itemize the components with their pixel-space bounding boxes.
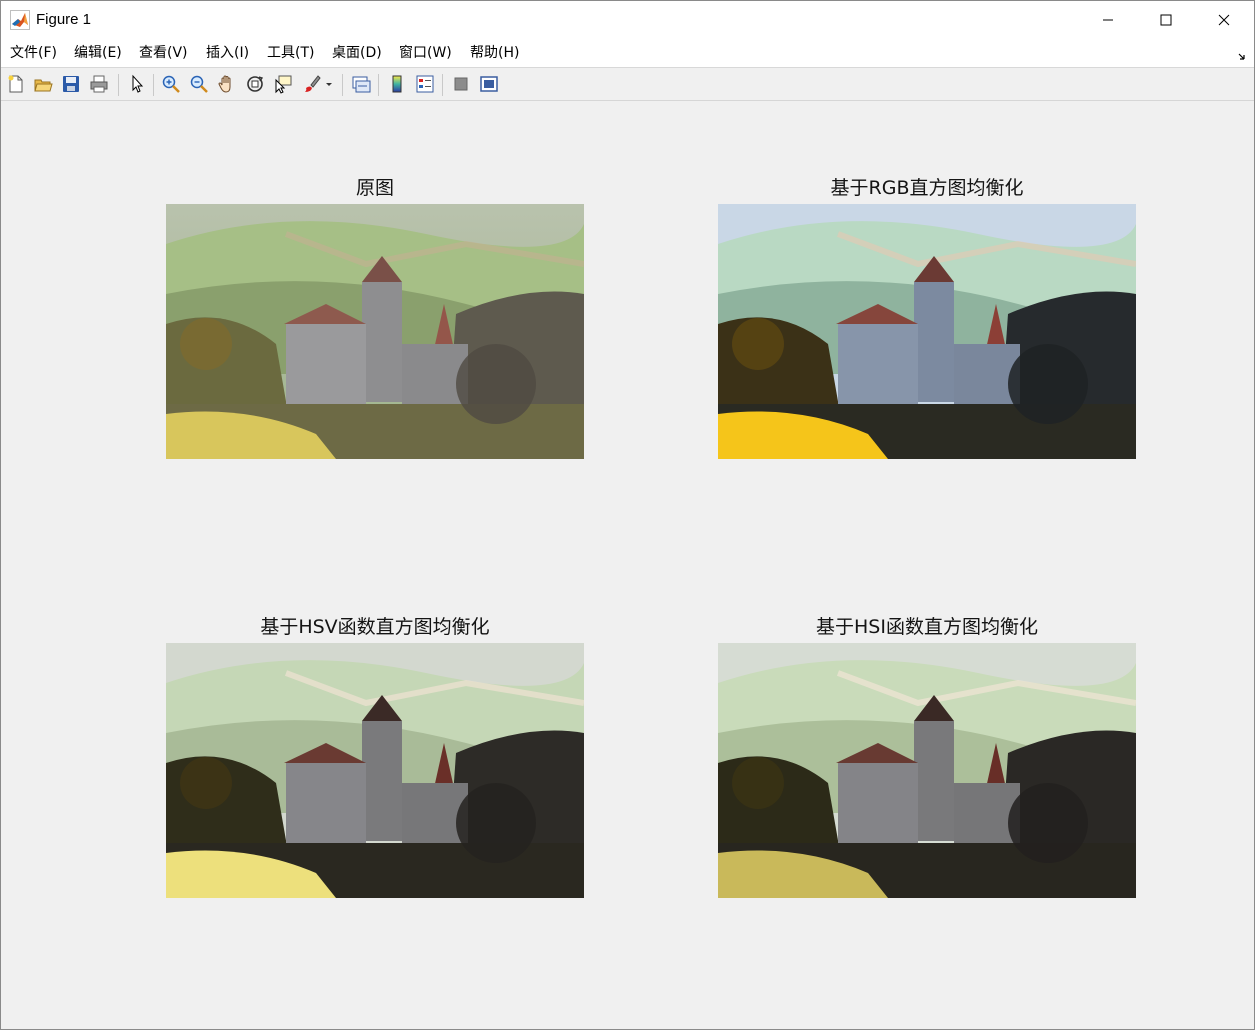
subplot-title-rgb: 基于RGB直方图均衡化 xyxy=(830,177,1024,199)
toolbar-separator xyxy=(118,74,119,96)
save-button[interactable] xyxy=(60,73,82,95)
hide-plot-tools-button[interactable] xyxy=(450,73,472,95)
menu-view[interactable]: 查看(V) xyxy=(139,44,188,62)
show-plot-tools-icon xyxy=(480,76,498,92)
menu-desktop[interactable]: 桌面(D) xyxy=(332,44,382,62)
brush-button[interactable] xyxy=(301,73,323,95)
toolbar-separator xyxy=(153,74,154,96)
dock-figure-icon[interactable] xyxy=(1237,48,1249,60)
subplot-title-hsv: 基于HSV函数直方图均衡化 xyxy=(260,616,490,638)
figure-canvas[interactable]: 原图 基于RGB直方图均衡化 基于HSV函数直方图均衡化 基于HSI函数直方图均… xyxy=(1,102,1254,1029)
zoom-in-icon xyxy=(162,75,180,93)
subplot-image-original[interactable] xyxy=(166,204,584,459)
menu-tools[interactable]: 工具(T) xyxy=(267,44,314,62)
figure-window: Figure 1 文件(F) 编辑(E) 查看(V) 插入(I) 工具(T) 桌… xyxy=(0,0,1255,1030)
toolbar-separator xyxy=(378,74,379,96)
data-cursor-button[interactable] xyxy=(272,73,294,95)
new-figure-button[interactable] xyxy=(5,73,27,95)
zoom-out-button[interactable] xyxy=(188,73,210,95)
window-title: Figure 1 xyxy=(36,11,92,28)
close-button[interactable] xyxy=(1195,1,1253,39)
brush-dropdown-button[interactable] xyxy=(323,73,335,95)
open-file-icon xyxy=(34,79,53,92)
open-file-button[interactable] xyxy=(32,73,54,95)
close-icon xyxy=(1218,14,1230,26)
menu-file[interactable]: 文件(F) xyxy=(10,44,57,62)
print-icon xyxy=(90,75,108,93)
new-figure-icon xyxy=(8,75,23,93)
data-cursor-icon xyxy=(275,75,292,94)
save-icon xyxy=(63,76,79,92)
toolbar-separator xyxy=(342,74,343,96)
minimize-button[interactable] xyxy=(1079,1,1137,39)
chevron-down-icon xyxy=(326,83,332,86)
rotate-3d-icon xyxy=(247,76,264,92)
menu-window[interactable]: 窗口(W) xyxy=(399,44,452,62)
toolbar-separator xyxy=(442,74,443,96)
pan-hand-icon xyxy=(218,75,231,93)
rotate-3d-button[interactable] xyxy=(244,73,266,95)
menu-edit[interactable]: 编辑(E) xyxy=(74,44,122,62)
menu-help[interactable]: 帮助(H) xyxy=(470,44,519,62)
menu-insert[interactable]: 插入(I) xyxy=(206,44,249,62)
link-plot-button[interactable] xyxy=(350,73,372,95)
pan-button[interactable] xyxy=(216,73,238,95)
insert-legend-button[interactable] xyxy=(414,73,436,95)
insert-colorbar-icon xyxy=(392,75,402,93)
subplot-image-rgb[interactable] xyxy=(718,204,1136,459)
maximize-button[interactable] xyxy=(1137,1,1195,39)
select-arrow-icon xyxy=(132,74,144,93)
link-plot-icon xyxy=(352,76,371,93)
matlab-logo-icon xyxy=(10,10,30,30)
menu-bar: 文件(F) 编辑(E) 查看(V) 插入(I) 工具(T) 桌面(D) 窗口(W… xyxy=(1,39,1254,68)
zoom-out-icon xyxy=(190,75,208,93)
hide-plot-tools-icon xyxy=(454,77,468,91)
edit-plot-button[interactable] xyxy=(126,73,148,95)
zoom-in-button[interactable] xyxy=(160,73,182,95)
figure-toolbar xyxy=(1,68,1254,101)
print-button[interactable] xyxy=(88,73,110,95)
subplot-image-hsi[interactable] xyxy=(718,643,1136,898)
minimize-icon xyxy=(1103,19,1113,21)
show-plot-tools-button[interactable] xyxy=(478,73,500,95)
title-bar[interactable]: Figure 1 xyxy=(1,1,1254,39)
insert-legend-icon xyxy=(416,75,434,93)
subplot-title-hsi: 基于HSI函数直方图均衡化 xyxy=(816,616,1038,638)
insert-colorbar-button[interactable] xyxy=(386,73,408,95)
maximize-icon xyxy=(1160,14,1172,26)
brush-icon xyxy=(305,75,321,92)
subplot-image-hsv[interactable] xyxy=(166,643,584,898)
subplot-title-original: 原图 xyxy=(355,177,394,199)
